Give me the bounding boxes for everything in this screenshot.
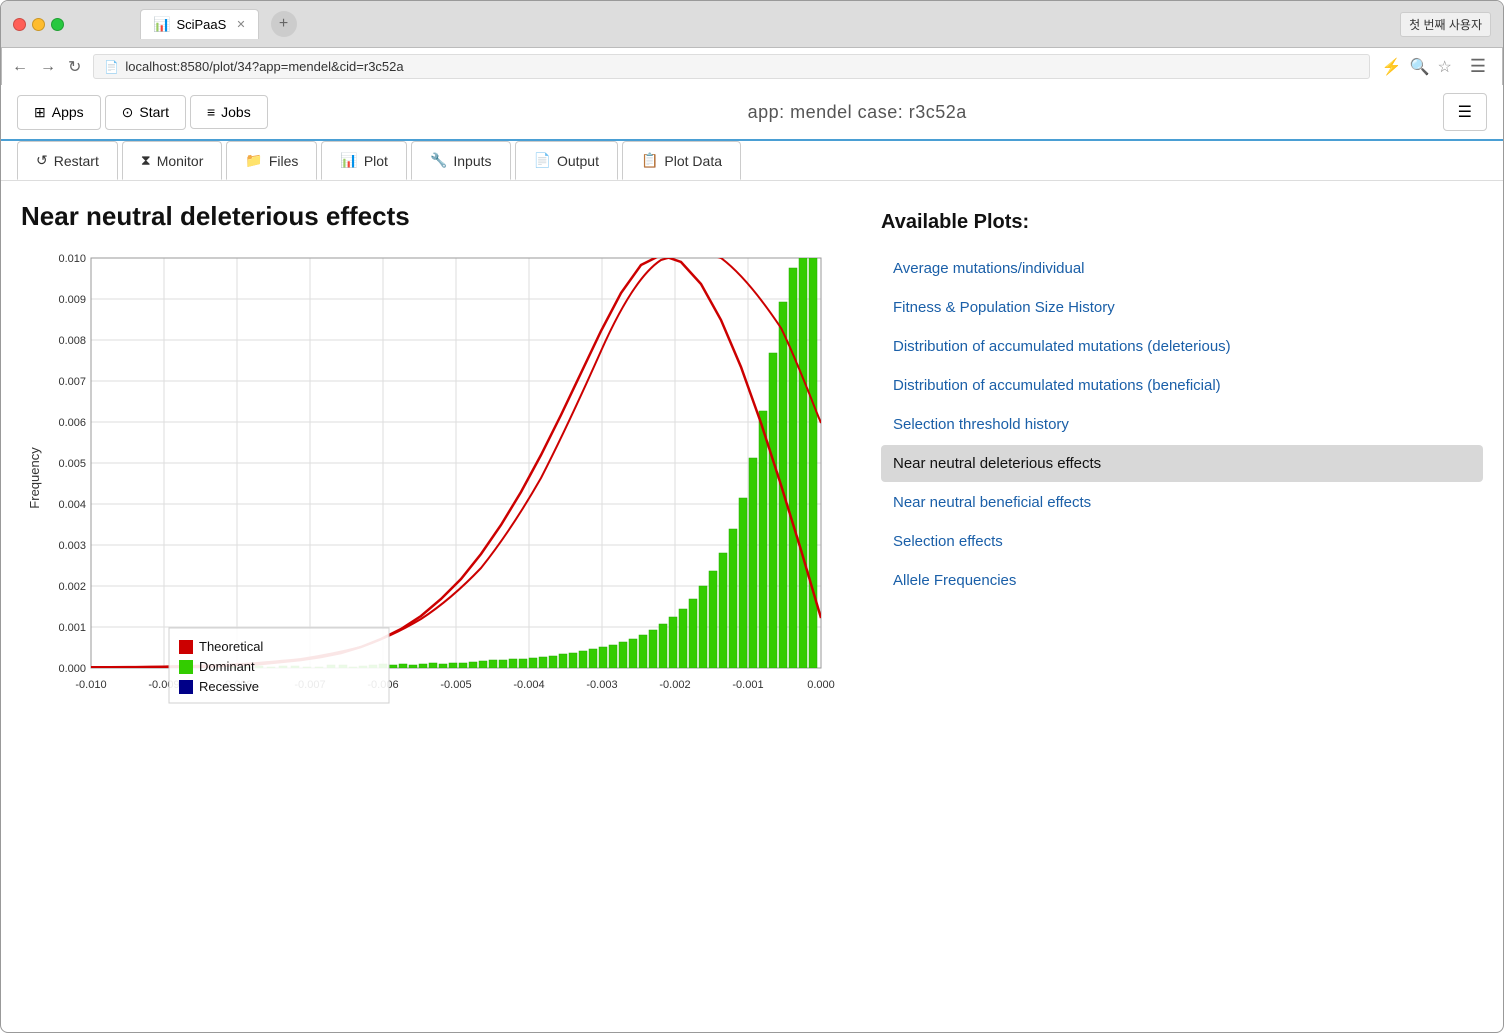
tab-title: SciPaaS [176, 17, 226, 32]
svg-text:0.002: 0.002 [58, 581, 86, 593]
start-button[interactable]: ⊙ Start [105, 95, 186, 130]
app-toolbar: ⊞ Apps ⊙ Start ≡ Jobs app: mendel case: … [1, 85, 1503, 141]
apps-icon: ⊞ [34, 104, 46, 121]
hamburger-button[interactable]: ☰ [1443, 93, 1487, 131]
svg-text:0.006: 0.006 [58, 417, 86, 429]
svg-text:-0.003: -0.003 [586, 679, 617, 691]
svg-text:Dominant: Dominant [199, 659, 255, 674]
sidebar: Available Plots: Average mutations/indiv… [881, 201, 1483, 728]
chart-svg: 0.000 0.001 0.002 0.003 0.004 0.005 0.00… [21, 248, 841, 728]
svg-text:0.005: 0.005 [58, 458, 86, 470]
plot-link-avg-mutations[interactable]: Average mutations/individual [881, 250, 1483, 287]
reload-button[interactable]: ↻ [68, 57, 81, 77]
svg-text:0.009: 0.009 [58, 294, 86, 306]
plot-link-selection-effects[interactable]: Selection effects [881, 523, 1483, 560]
tab-inputs[interactable]: 🔧 Inputs [411, 141, 511, 180]
start-icon: ⊙ [122, 104, 134, 121]
url-icon: 📄 [104, 60, 119, 74]
restart-label: Restart [54, 153, 99, 169]
output-label: Output [557, 153, 599, 169]
jobs-button[interactable]: ≡ Jobs [190, 95, 268, 129]
sidebar-title: Available Plots: [881, 211, 1483, 234]
plot-link-fitness-history[interactable]: Fitness & Population Size History [881, 289, 1483, 326]
url-field[interactable]: 📄 localhost:8580/plot/34?app=mendel&cid=… [93, 54, 1369, 79]
plot-link-near-neutral-del[interactable]: Near neutral deleterious effects [881, 445, 1483, 482]
plot-link-near-neutral-ben[interactable]: Near neutral beneficial effects [881, 484, 1483, 521]
plot-link-dist-ben[interactable]: Distribution of accumulated mutations (b… [881, 367, 1483, 404]
tab-files[interactable]: 📁 Files [226, 141, 317, 180]
tab-close-icon[interactable]: ✕ [236, 18, 245, 31]
apps-label: Apps [52, 104, 84, 120]
lightning-icon: ⚡ [1382, 57, 1402, 77]
title-bar: 📊 SciPaaS ✕ + 첫 번째 사용자 [1, 1, 1503, 47]
plot-link-dist-del[interactable]: Distribution of accumulated mutations (d… [881, 328, 1483, 365]
main-content: Near neutral deleterious effects [1, 181, 1503, 748]
svg-text:-0.004: -0.004 [513, 679, 544, 691]
svg-text:Theoretical: Theoretical [199, 639, 263, 654]
maximize-button[interactable] [51, 18, 64, 31]
svg-text:-0.005: -0.005 [440, 679, 471, 691]
svg-text:0.000: 0.000 [807, 679, 835, 691]
svg-text:0.001: 0.001 [58, 622, 86, 634]
svg-text:-0.001: -0.001 [732, 679, 763, 691]
jobs-icon: ≡ [207, 104, 215, 120]
sub-nav: ↺ Restart ⧗ Monitor 📁 Files 📊 Plot 🔧 Inp… [1, 141, 1503, 181]
zoom-icon[interactable]: 🔍 [1410, 57, 1430, 77]
restart-icon: ↺ [36, 152, 48, 169]
monitor-icon: ⧗ [141, 152, 151, 169]
app-info: app: mendel case: r3c52a [272, 102, 1443, 123]
svg-text:Recessive: Recessive [199, 679, 259, 694]
plot-data-icon: 📋 [641, 152, 658, 169]
svg-text:0.003: 0.003 [58, 540, 86, 552]
plot-data-label: Plot Data [664, 153, 722, 169]
svg-text:Frequency: Frequency [27, 447, 42, 509]
svg-text:-0.010: -0.010 [75, 679, 106, 691]
start-label: Start [139, 104, 169, 120]
star-icon[interactable]: ☆ [1438, 57, 1452, 77]
svg-text:0.004: 0.004 [58, 499, 86, 511]
tab-favicon-icon: 📊 [153, 16, 170, 33]
user-label: 첫 번째 사용자 [1400, 12, 1491, 37]
address-icons: ⚡ 🔍 ☆ [1382, 57, 1452, 77]
forward-button[interactable]: → [40, 58, 56, 76]
browser-menu-button[interactable]: ☰ [1464, 54, 1492, 79]
plot-icon: 📊 [340, 152, 357, 169]
tab-output[interactable]: 📄 Output [515, 141, 618, 180]
svg-text:0.008: 0.008 [58, 335, 86, 347]
minimize-button[interactable] [32, 18, 45, 31]
url-text: localhost:8580/plot/34?app=mendel&cid=r3… [125, 59, 403, 74]
chart-title: Near neutral deleterious effects [21, 201, 841, 232]
apps-button[interactable]: ⊞ Apps [17, 95, 101, 130]
tab-restart[interactable]: ↺ Restart [17, 141, 118, 180]
plot-link-selection-threshold[interactable]: Selection threshold history [881, 406, 1483, 443]
files-icon: 📁 [245, 152, 262, 169]
output-icon: 📄 [534, 152, 551, 169]
address-bar: ← → ↻ 📄 localhost:8580/plot/34?app=mende… [1, 47, 1503, 85]
svg-text:-0.002: -0.002 [659, 679, 690, 691]
back-button[interactable]: ← [12, 58, 28, 76]
close-button[interactable] [13, 18, 26, 31]
svg-text:0.007: 0.007 [58, 376, 86, 388]
chart-container: 0.000 0.001 0.002 0.003 0.004 0.005 0.00… [21, 248, 841, 728]
svg-text:0.010: 0.010 [58, 253, 86, 265]
plot-link-allele-freq[interactable]: Allele Frequencies [881, 562, 1483, 599]
svg-text:0.000: 0.000 [58, 663, 86, 675]
inputs-icon: 🔧 [430, 152, 447, 169]
monitor-label: Monitor [157, 153, 204, 169]
jobs-label: Jobs [221, 104, 251, 120]
chart-area: Near neutral deleterious effects [21, 201, 841, 728]
new-tab-button[interactable]: + [271, 11, 297, 37]
browser-tab[interactable]: 📊 SciPaaS ✕ [140, 9, 259, 39]
files-label: Files [269, 153, 299, 169]
inputs-label: Inputs [453, 153, 491, 169]
traffic-lights [13, 18, 64, 31]
tab-plot[interactable]: 📊 Plot [321, 141, 407, 180]
tab-monitor[interactable]: ⧗ Monitor [122, 141, 223, 180]
plot-label: Plot [364, 153, 388, 169]
tab-plot-data[interactable]: 📋 Plot Data [622, 141, 741, 180]
